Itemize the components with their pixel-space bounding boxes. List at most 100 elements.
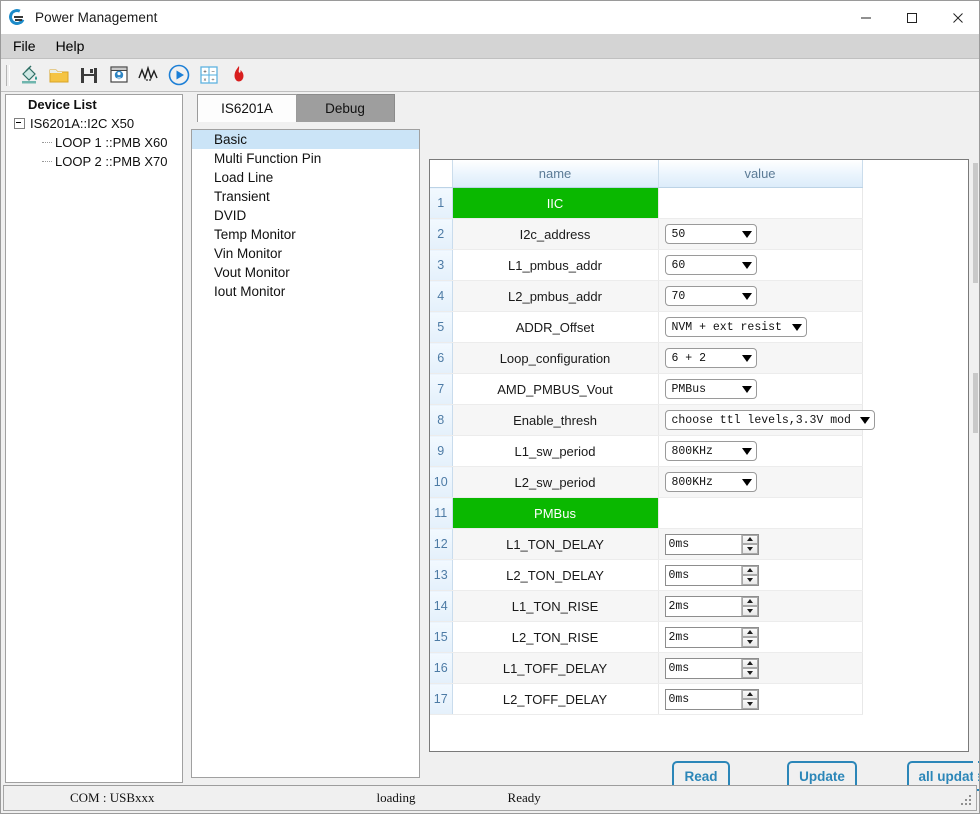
spinner-l1-toff-delay[interactable]: 0ms xyxy=(665,658,759,679)
parameter-name-cell: L2_TON_RISE xyxy=(452,622,658,653)
parameter-table-container[interactable]: name value 1IIC2I2c_address503L1_pmbus_a… xyxy=(429,159,969,752)
app-logo-icon xyxy=(9,9,27,27)
section-item-basic[interactable]: Basic xyxy=(192,130,419,149)
parameter-name-cell: L2_TOFF_DELAY xyxy=(452,684,658,715)
dropdown-enable-thresh[interactable]: choose ttl levels,3.3V mod xyxy=(665,410,875,430)
tree-collapse-icon[interactable] xyxy=(14,118,25,129)
dropdown-l1-sw-period[interactable]: 800KHz xyxy=(665,441,757,461)
chevron-down-icon[interactable] xyxy=(742,262,752,269)
spinner-l1-ton-delay[interactable]: 0ms xyxy=(665,534,759,555)
status-loading: loading xyxy=(377,790,416,806)
vertical-scrollbar-thumb-secondary[interactable] xyxy=(973,373,978,433)
table-row: 2I2c_address50 xyxy=(430,219,862,250)
flame-icon[interactable] xyxy=(224,61,254,89)
section-item-vout-monitor[interactable]: Vout Monitor xyxy=(192,263,419,282)
section-item-label: DVID xyxy=(214,208,246,223)
chevron-down-icon[interactable] xyxy=(860,417,870,424)
row-number: 7 xyxy=(430,374,452,405)
dropdown-value: 50 xyxy=(672,228,740,241)
spinner-up-icon[interactable] xyxy=(742,597,758,607)
section-item-temp-monitor[interactable]: Temp Monitor xyxy=(192,225,419,244)
dropdown-amd-pmbus-vout[interactable]: PMBus xyxy=(665,379,757,399)
spinner-value[interactable]: 0ms xyxy=(666,659,741,678)
spinner-value[interactable]: 0ms xyxy=(666,690,741,709)
spinner-up-icon[interactable] xyxy=(742,628,758,638)
fill-color-icon[interactable] xyxy=(14,61,44,89)
calculator-icon[interactable]: + − × ÷ xyxy=(194,61,224,89)
vertical-scrollbar-thumb[interactable] xyxy=(973,163,978,283)
dropdown-i2c-address[interactable]: 50 xyxy=(665,224,757,244)
chevron-down-icon[interactable] xyxy=(742,448,752,455)
open-folder-icon[interactable] xyxy=(44,61,74,89)
tree-node-label: IS6201A::I2C X50 xyxy=(30,116,134,131)
minimize-button[interactable] xyxy=(843,1,889,34)
save-disk-icon[interactable] xyxy=(74,61,104,89)
tree-node-loop1[interactable]: LOOP 1 ::PMB X60 xyxy=(6,133,182,152)
row-number: 4 xyxy=(430,281,452,312)
menu-item-help[interactable]: Help xyxy=(48,36,93,56)
spinner-value[interactable]: 2ms xyxy=(666,597,741,616)
spinner-down-icon[interactable] xyxy=(742,637,758,647)
spinner-up-icon[interactable] xyxy=(742,659,758,669)
chevron-down-icon[interactable] xyxy=(742,479,752,486)
row-number: 1 xyxy=(430,188,452,219)
spinner-l2-toff-delay[interactable]: 0ms xyxy=(665,689,759,710)
tab-is6201a[interactable]: IS6201A xyxy=(197,94,297,122)
section-item-load-line[interactable]: Load Line xyxy=(192,168,419,187)
table-row: 13L2_TON_DELAY0ms xyxy=(430,560,862,591)
resize-grip[interactable] xyxy=(960,794,973,807)
chevron-down-icon[interactable] xyxy=(792,324,802,331)
dropdown-value: 6 + 2 xyxy=(672,352,740,365)
dropdown-addr-offset[interactable]: NVM + ext resist xyxy=(665,317,807,337)
section-item-dvid[interactable]: DVID xyxy=(192,206,419,225)
section-list[interactable]: Basic Multi Function Pin Load Line Trans… xyxy=(191,129,420,778)
spinner-down-icon[interactable] xyxy=(742,699,758,709)
close-button[interactable] xyxy=(935,1,980,34)
dropdown-l2-pmbus-addr[interactable]: 70 xyxy=(665,286,757,306)
play-circle-icon[interactable] xyxy=(164,61,194,89)
dropdown-loop-configuration[interactable]: 6 + 2 xyxy=(665,348,757,368)
spinner-l2-ton-delay[interactable]: 0ms xyxy=(665,565,759,586)
row-number-header xyxy=(430,160,452,188)
spinner-down-icon[interactable] xyxy=(742,606,758,616)
tree-node-is6201a[interactable]: IS6201A::I2C X50 xyxy=(6,114,182,133)
spinner-l2-ton-rise[interactable]: 2ms xyxy=(665,627,759,648)
waveform-icon[interactable] xyxy=(134,61,164,89)
parameter-name-cell: L2_TON_DELAY xyxy=(452,560,658,591)
chevron-down-icon[interactable] xyxy=(742,355,752,362)
update-button-label: Update xyxy=(799,769,845,784)
spinner-value[interactable]: 0ms xyxy=(666,535,741,554)
spinner-up-icon[interactable] xyxy=(742,690,758,700)
table-row: 4L2_pmbus_addr70 xyxy=(430,281,862,312)
chevron-down-icon[interactable] xyxy=(742,386,752,393)
table-row: 10L2_sw_period800KHz xyxy=(430,467,862,498)
tree-node-loop2[interactable]: LOOP 2 ::PMB X70 xyxy=(6,152,182,171)
spinner-l1-ton-rise[interactable]: 2ms xyxy=(665,596,759,617)
dropdown-l1-pmbus-addr[interactable]: 60 xyxy=(665,255,757,275)
section-item-vin-monitor[interactable]: Vin Monitor xyxy=(192,244,419,263)
tab-debug[interactable]: Debug xyxy=(295,94,395,122)
spinner-down-icon[interactable] xyxy=(742,544,758,554)
parameter-value-cell: 800KHz xyxy=(658,467,862,498)
spinner-up-icon[interactable] xyxy=(742,535,758,545)
section-item-transient[interactable]: Transient xyxy=(192,187,419,206)
section-item-multi-function-pin[interactable]: Multi Function Pin xyxy=(192,149,419,168)
chevron-down-icon[interactable] xyxy=(742,231,752,238)
menu-item-file[interactable]: File xyxy=(5,36,44,56)
device-list-panel[interactable]: Device List IS6201A::I2C X50 LOOP 1 ::PM… xyxy=(5,94,183,783)
spinner-down-icon[interactable] xyxy=(742,575,758,585)
section-item-iout-monitor[interactable]: Iout Monitor xyxy=(192,282,419,301)
monitor-window-icon[interactable] xyxy=(104,61,134,89)
spinner-value[interactable]: 0ms xyxy=(666,566,741,585)
dropdown-l2-sw-period[interactable]: 800KHz xyxy=(665,472,757,492)
spinner-value[interactable]: 2ms xyxy=(666,628,741,647)
toolbar-grip[interactable] xyxy=(6,65,10,86)
title-bar: Power Management xyxy=(1,1,980,34)
vertical-scrollbar[interactable] xyxy=(973,93,978,783)
spinner-down-icon[interactable] xyxy=(742,668,758,678)
spinner-buttons xyxy=(741,628,758,647)
tab-label: IS6201A xyxy=(221,101,273,116)
maximize-button[interactable] xyxy=(889,1,935,34)
chevron-down-icon[interactable] xyxy=(742,293,752,300)
spinner-up-icon[interactable] xyxy=(742,566,758,576)
